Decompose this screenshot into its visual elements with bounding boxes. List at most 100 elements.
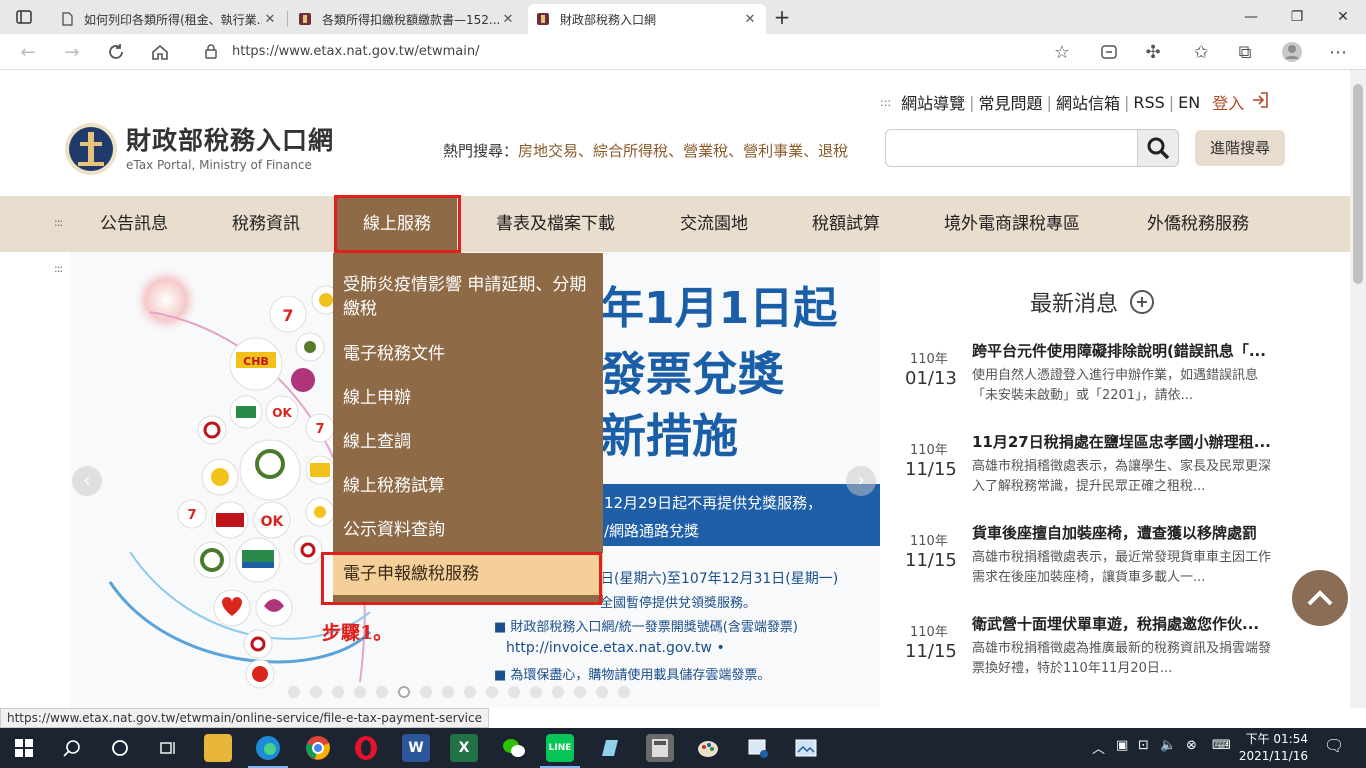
news-item[interactable]: 110年 01/13 跨平台元件使用障礙排除說明(錯誤訊息「... 使用自然人憑… (880, 338, 1350, 428)
hot-item-enterprise[interactable]: 營利事業 (743, 142, 803, 160)
system-clock[interactable]: 下午 01:54 2021/11/16 (1238, 731, 1308, 765)
close-tab-icon[interactable]: ✕ (262, 12, 278, 27)
line-app-icon[interactable]: LINE (546, 734, 574, 762)
restore-icon[interactable]: ❐ (1274, 4, 1320, 30)
carousel-dot[interactable] (420, 686, 432, 698)
paint-icon[interactable] (694, 734, 722, 762)
immersive-reader-icon[interactable] (1097, 40, 1121, 64)
site-logo[interactable]: 財政部稅務入口網 eTax Portal, Ministry of Financ… (64, 122, 334, 176)
calculator-icon[interactable] (646, 734, 674, 762)
chrome-icon[interactable] (304, 734, 332, 762)
link-rss[interactable]: RSS (1133, 93, 1164, 112)
wechat-icon[interactable] (500, 734, 528, 762)
tray-status-icon[interactable]: ⊗ (1186, 738, 1197, 753)
news-title[interactable]: 11月27日稅捐處在鹽埕區忠孝國小辦理租... (972, 431, 1282, 452)
nav-announcements[interactable]: 公告訊息 (100, 196, 168, 252)
new-tab-icon[interactable]: + (772, 7, 792, 27)
search-input[interactable] (885, 129, 1139, 167)
carousel-dot[interactable] (574, 686, 586, 698)
menu-item-public-data[interactable]: 公示資料查詢 (343, 518, 593, 542)
login-icon[interactable] (1250, 90, 1270, 114)
nav-cross-border-ecommerce[interactable]: 境外電商課稅專區 (944, 196, 1080, 252)
link-mailbox[interactable]: 網站信箱 (1056, 90, 1120, 114)
minimize-icon[interactable]: — (1228, 4, 1274, 30)
carousel-dot[interactable] (618, 686, 630, 698)
browser-tab-2[interactable]: 各類所得扣繳稅額繳款書—152... ✕ (290, 4, 524, 34)
close-window-icon[interactable]: ✕ (1320, 4, 1366, 30)
news-item[interactable]: 110年 11/15 衛武營十面埋伏單車遊，稅捐處邀您作伙... 高雄市稅捐稽徵… (880, 611, 1350, 701)
login-link[interactable]: 登入 (1212, 90, 1244, 114)
search-button[interactable] (1137, 129, 1179, 167)
link-english[interactable]: EN (1178, 93, 1200, 112)
carousel-dot-active[interactable] (398, 686, 410, 698)
notes-app-icon[interactable] (596, 734, 624, 762)
search-icon[interactable] (58, 734, 86, 762)
lock-icon[interactable] (204, 43, 218, 63)
nav-tax-calculator[interactable]: 稅額試算 (812, 196, 880, 252)
advanced-search-button[interactable]: 進階搜尋 (1195, 130, 1285, 166)
forward-icon[interactable]: → (60, 40, 84, 64)
tab-actions-icon[interactable] (14, 7, 34, 27)
nav-forms-downloads[interactable]: 書表及檔案下載 (496, 196, 615, 252)
favorite-add-icon[interactable]: ☆ (1050, 40, 1074, 64)
carousel-dot[interactable] (288, 686, 300, 698)
carousel-dot[interactable] (530, 686, 542, 698)
reload-icon[interactable] (104, 40, 128, 64)
menu-item-e-tax-documents[interactable]: 電子稅務文件 (343, 342, 593, 366)
carousel-dot[interactable] (332, 686, 344, 698)
page-scrollbar[interactable] (1350, 70, 1366, 708)
menu-item-online-tax-calc[interactable]: 線上稅務試算 (343, 474, 593, 498)
opera-icon[interactable] (352, 734, 380, 762)
cortana-icon[interactable] (106, 734, 134, 762)
snipping-tool-icon[interactable] (744, 734, 772, 762)
photo-viewer-icon[interactable] (792, 734, 820, 762)
hot-item-real-estate[interactable]: 房地交易 (518, 142, 578, 160)
back-icon[interactable]: ← (16, 40, 40, 64)
hot-item-income-tax[interactable]: 綜合所得稅 (593, 142, 668, 160)
carousel-next-icon[interactable]: › (846, 466, 876, 496)
carousel-dot[interactable] (552, 686, 564, 698)
tray-device-icon[interactable]: ▣ (1116, 738, 1128, 753)
news-item[interactable]: 110年 11/15 11月27日稅捐處在鹽埕區忠孝國小辦理租... 高雄市稅捐… (880, 429, 1350, 519)
carousel-dot[interactable] (596, 686, 608, 698)
nav-foreigner-tax[interactable]: 外僑稅務服務 (1147, 196, 1249, 252)
browser-tab-3[interactable]: 財政部稅務入口網 ✕ (528, 4, 766, 34)
file-explorer-icon[interactable] (204, 734, 232, 762)
menu-item-online-application[interactable]: 線上申辦 (343, 386, 593, 410)
news-item[interactable]: 110年 11/15 貨車後座擅自加裝座椅，遭查獲以移牌處罰 高雄市稅捐稽徵處表… (880, 520, 1350, 610)
hot-item-refund[interactable]: 退稅 (818, 142, 848, 160)
more-menu-icon[interactable]: ⋯ (1326, 40, 1350, 64)
carousel-dot[interactable] (310, 686, 322, 698)
carousel-prev-icon[interactable]: ‹ (72, 466, 102, 496)
close-tab-icon[interactable]: ✕ (742, 12, 758, 27)
news-title[interactable]: 衛武營十面埋伏單車遊，稅捐處邀您作伙... (972, 613, 1282, 634)
edge-browser-icon[interactable] (254, 734, 282, 762)
nav-forum[interactable]: 交流園地 (680, 196, 748, 252)
link-sitemap[interactable]: 網站導覽 (901, 90, 965, 114)
tray-network-icon[interactable]: ⊡ (1138, 738, 1149, 753)
close-tab-icon[interactable]: ✕ (500, 12, 516, 27)
scrollbar-thumb[interactable] (1353, 84, 1363, 284)
excel-icon[interactable]: X (450, 734, 478, 762)
carousel-dot[interactable] (354, 686, 366, 698)
task-view-icon[interactable] (154, 734, 182, 762)
menu-item-covid-extension[interactable]: 受肺炎疫情影響 申請延期、分期繳稅 (343, 273, 593, 321)
tray-input-method-icon[interactable]: ⌨ (1212, 738, 1231, 753)
word-icon[interactable]: W (402, 734, 430, 762)
carousel-dot[interactable] (486, 686, 498, 698)
news-title[interactable]: 跨平台元件使用障礙排除說明(錯誤訊息「... (972, 340, 1282, 361)
browser-tab-1[interactable]: 如何列印各類所得(租金、執行業... ✕ (52, 4, 286, 34)
tray-volume-icon[interactable]: 🔈 (1160, 738, 1176, 753)
carousel-dot[interactable] (376, 686, 388, 698)
hot-item-business-tax[interactable]: 營業稅 (683, 142, 728, 160)
back-to-top-button[interactable] (1292, 570, 1348, 626)
home-icon[interactable] (148, 40, 172, 64)
collections-icon[interactable]: ⧉ (1233, 40, 1257, 64)
carousel-dot[interactable] (442, 686, 454, 698)
windows-start-icon[interactable] (10, 734, 38, 762)
nav-tax-info[interactable]: 稅務資訊 (232, 196, 300, 252)
tray-overflow-icon[interactable]: ︿ (1092, 738, 1105, 757)
menu-item-online-inquiry[interactable]: 線上查調 (343, 430, 593, 454)
carousel-dot[interactable] (464, 686, 476, 698)
address-bar[interactable]: https://www.etax.nat.gov.tw/etwmain/ (188, 38, 1088, 66)
